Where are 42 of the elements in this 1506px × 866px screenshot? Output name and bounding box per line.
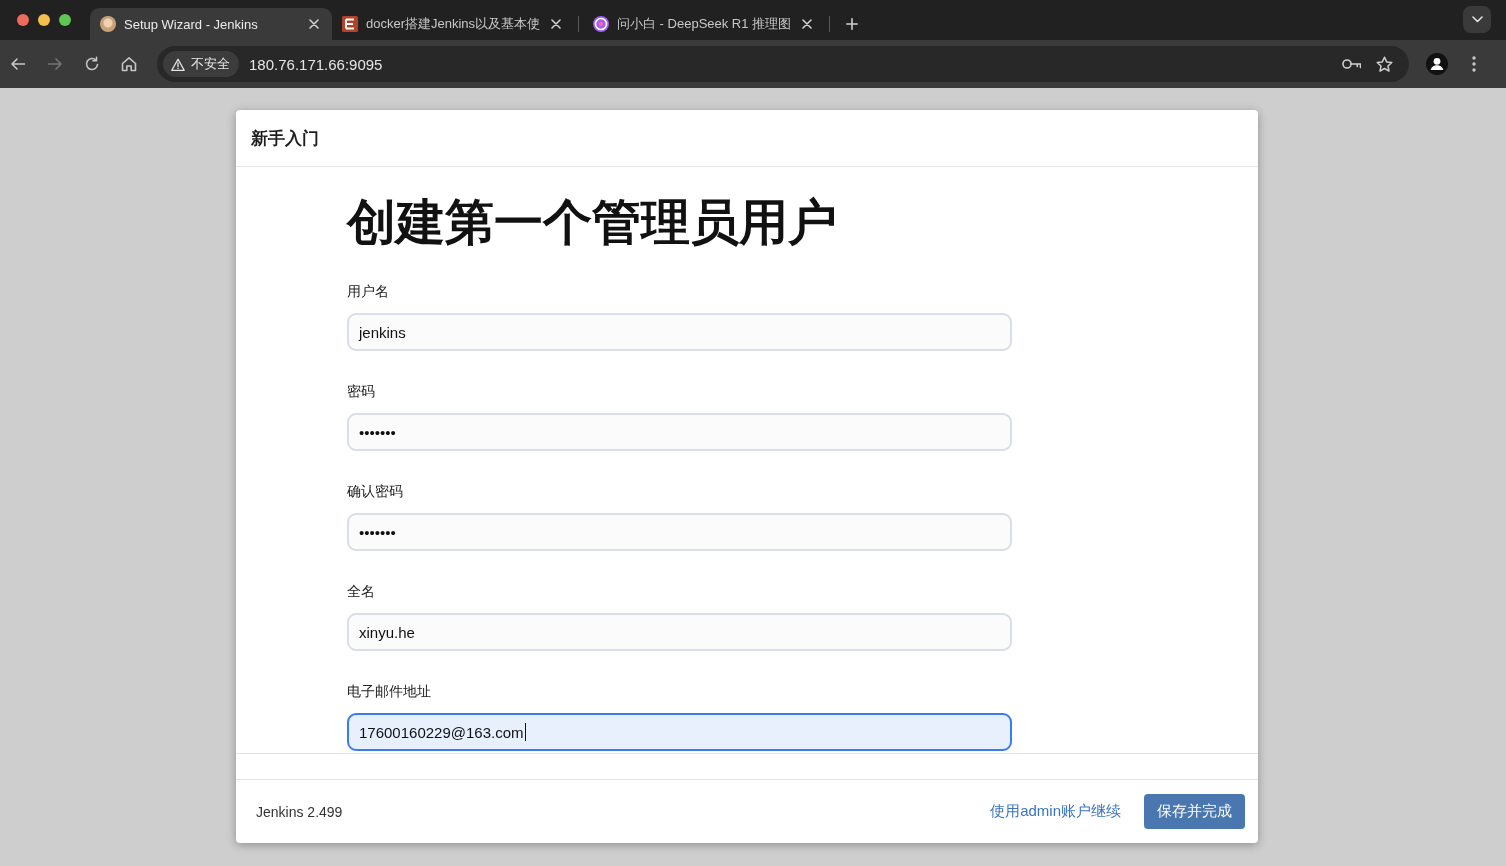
chevron-down-icon: [1471, 16, 1483, 23]
tab-search-button[interactable]: [1463, 6, 1491, 33]
browser-tab[interactable]: 问小白 - DeepSeek R1 推理图: [583, 8, 825, 40]
reload-icon[interactable]: [84, 56, 100, 72]
version-text: Jenkins 2.499: [256, 803, 343, 820]
browser-tab[interactable]: docker搭建Jenkins以及基本使: [332, 8, 574, 40]
field-label: 电子邮件地址: [347, 682, 432, 701]
input-field[interactable]: •••••••: [347, 513, 1012, 551]
field-label: 用户名: [347, 282, 390, 301]
field-label: 确认密码: [347, 482, 404, 501]
window-minimize-button[interactable]: [38, 14, 50, 26]
ring-favicon-icon: [593, 16, 609, 32]
round-favicon-icon: [100, 16, 116, 32]
field-label: 密码: [347, 382, 376, 401]
text-cursor-icon: [524, 723, 526, 741]
input-field[interactable]: jenkins: [347, 313, 1012, 351]
square-favicon-icon: [342, 16, 358, 32]
input-field[interactable]: xinyu.he: [347, 613, 1012, 651]
close-icon[interactable]: [551, 19, 561, 29]
save-and-finish-button[interactable]: 保存并完成: [1144, 794, 1245, 829]
account-icon[interactable]: [1426, 53, 1448, 75]
continue-as-admin-link[interactable]: 使用admin账户继续: [990, 802, 1121, 821]
page-heading: 创建第一个管理员用户: [347, 194, 838, 251]
window-zoom-button[interactable]: [59, 14, 71, 26]
home-icon[interactable]: [121, 56, 137, 72]
warning-icon: [171, 57, 185, 71]
browser-tab[interactable]: Setup Wizard - Jenkins: [90, 8, 332, 40]
input-field[interactable]: 17600160229@163.com: [347, 713, 1012, 751]
address-bar[interactable]: 不安全 180.76.171.66:9095: [157, 46, 1409, 82]
back-arrow-icon[interactable]: [10, 56, 26, 72]
not-secure-button[interactable]: 不安全: [163, 51, 239, 77]
url-text: 180.76.171.66:9095: [249, 55, 383, 73]
input-field[interactable]: •••••••: [347, 413, 1012, 451]
field-label: 全名: [347, 582, 376, 601]
window-close-button[interactable]: [17, 14, 29, 26]
star-icon[interactable]: [1376, 55, 1393, 73]
more-menu-icon[interactable]: [1472, 56, 1476, 72]
key-icon[interactable]: [1342, 58, 1361, 70]
close-icon[interactable]: [309, 19, 319, 29]
close-icon[interactable]: [802, 19, 812, 29]
plus-icon[interactable]: [846, 18, 858, 30]
dialog-title: 新手入门: [251, 127, 319, 150]
